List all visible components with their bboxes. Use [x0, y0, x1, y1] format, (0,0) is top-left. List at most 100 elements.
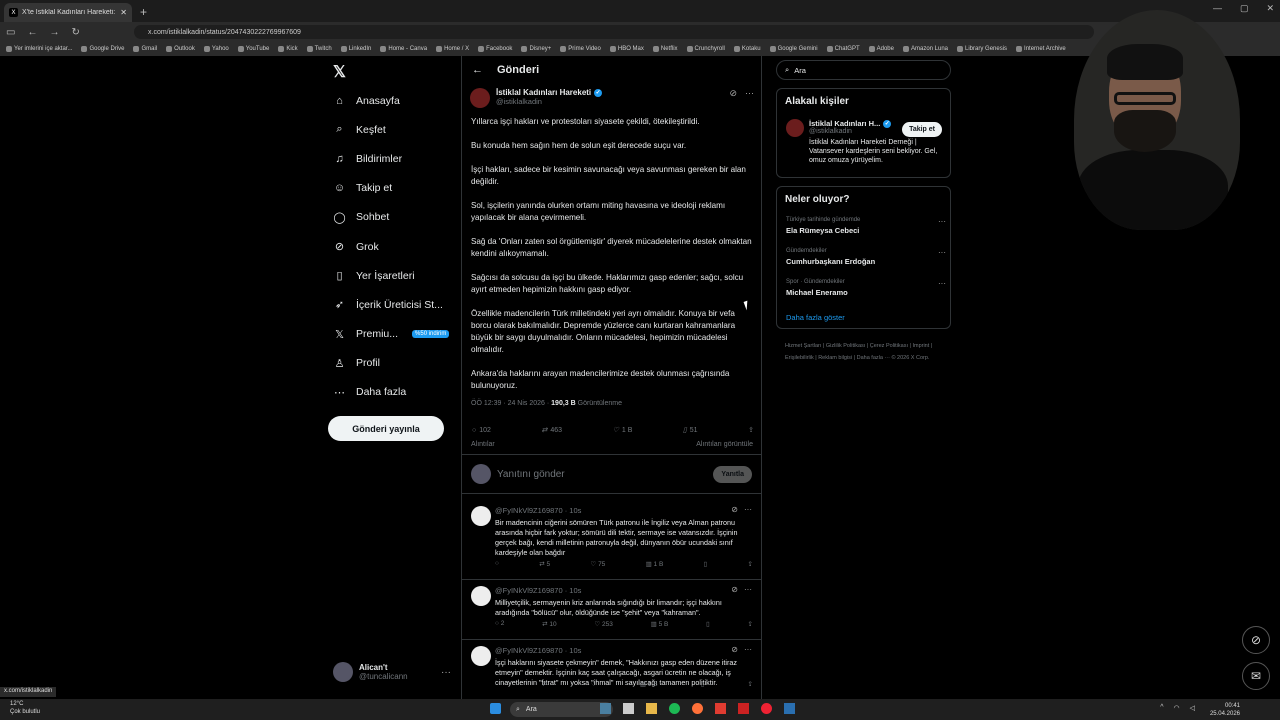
messages-icon[interactable]: ✉: [1242, 662, 1270, 690]
reply-button[interactable]: ○: [495, 680, 499, 688]
grok-icon[interactable]: ⊘: [731, 645, 738, 654]
views-button[interactable]: ▥ 1 B: [646, 560, 664, 568]
sidebar-item-x[interactable]: 𝕏 Premiu... %50 indirim: [333, 320, 450, 349]
weather-widget[interactable]: 12°C Çok bulutlu: [10, 700, 40, 716]
sidebar-item-search[interactable]: ⌕ Keşfet: [333, 115, 449, 144]
bookmark-icon[interactable]: ▯: [701, 680, 705, 688]
sidebar-item-chat[interactable]: ◯ Sohbet: [333, 203, 449, 232]
more-icon[interactable]: ···: [938, 248, 946, 257]
author-handle[interactable]: @istiklalkadin: [496, 97, 602, 106]
reply-button[interactable]: ○ 2: [495, 620, 504, 628]
bookmark-item[interactable]: Outlook: [166, 46, 195, 52]
view-quotes-link[interactable]: Alıntıları görüntüle: [696, 441, 753, 448]
steam-icon[interactable]: [784, 703, 795, 714]
views-button[interactable]: ▥ 1 B: [640, 680, 658, 688]
firefox-icon[interactable]: [692, 703, 703, 714]
forward-icon[interactable]: →: [49, 27, 59, 38]
show-more-link[interactable]: Daha fazla göster: [786, 313, 845, 322]
browser-tab[interactable]: X X'te İstiklal Kadınları Hareketi: "Y ✕: [4, 3, 132, 22]
account-switcher[interactable]: Alican't @tuncalicann ···: [333, 662, 451, 682]
author-name[interactable]: İstiklal Kadınları Hareketi: [496, 88, 591, 97]
share-icon[interactable]: ⇪: [748, 426, 754, 434]
views-button[interactable]: ▥ 5 B: [651, 620, 669, 628]
reply-handle[interactable]: @FyINkVl9Z169870 · 10s: [495, 586, 581, 595]
sidebar-item-profile[interactable]: ♙ Profil: [333, 349, 449, 378]
avatar[interactable]: [471, 646, 491, 666]
like-button[interactable]: ♡: [591, 680, 597, 688]
bookmark-item[interactable]: Home / X: [436, 46, 469, 52]
close-tab-icon[interactable]: ✕: [120, 8, 127, 17]
close-window-icon[interactable]: ✕: [1266, 3, 1274, 14]
grok-icon[interactable]: ⊘: [731, 585, 738, 594]
sidebar-item-person-plus[interactable]: ☺ Takip et: [333, 174, 449, 203]
more-icon[interactable]: ···: [938, 279, 946, 288]
reply-handle[interactable]: @FyINkVl9Z169870 · 10s: [495, 506, 581, 515]
bookmark-item[interactable]: Google Drive: [81, 46, 124, 52]
bookmark-item[interactable]: Twitch: [306, 46, 332, 52]
share-icon[interactable]: ⇪: [747, 620, 752, 628]
spotify-icon[interactable]: [669, 703, 680, 714]
post-time[interactable]: ÖÖ 12:39 · 24 Nis 2026 ·: [471, 400, 551, 407]
clock[interactable]: 00:41 25.04.2026: [1210, 702, 1240, 718]
volume-icon[interactable]: ◁: [1190, 704, 1195, 712]
avatar[interactable]: [471, 586, 491, 606]
bookmark-item[interactable]: LinkedIn: [340, 46, 371, 52]
more-icon[interactable]: ···: [745, 88, 754, 99]
winrar-icon[interactable]: [738, 703, 749, 714]
minimize-icon[interactable]: —: [1213, 3, 1222, 14]
bookmark-item[interactable]: Home - Canva: [380, 46, 427, 52]
wifi-icon[interactable]: ◠: [1174, 704, 1180, 712]
sidebar-item-more[interactable]: ⋯ Daha fazla: [333, 378, 449, 407]
footer-links[interactable]: Hizmet Şartları | Gizlilik Politikası | …: [785, 340, 945, 364]
sidebar-item-bookmark[interactable]: ▯ Yer İşaretleri: [333, 261, 449, 290]
more-icon[interactable]: ···: [441, 667, 451, 678]
repost-button[interactable]: ⇄ 10: [542, 620, 557, 628]
bookmark-icon[interactable]: ▯: [704, 560, 708, 568]
start-icon[interactable]: [490, 703, 501, 714]
taskbar-search[interactable]: ⌕ Ara: [510, 702, 613, 717]
bookmark-item[interactable]: Google Gemini: [769, 46, 818, 52]
bookmark-item[interactable]: HBO Max: [609, 46, 644, 52]
app-icon[interactable]: [600, 703, 611, 714]
reply-button[interactable]: ○ 102: [472, 426, 491, 434]
repost-button[interactable]: ⇄ 5: [539, 560, 550, 568]
share-icon[interactable]: ⇪: [747, 560, 752, 568]
reply-handle[interactable]: @FyINkVl9Z169870 · 10s: [495, 646, 581, 655]
bookmark-item[interactable]: Yahoo: [203, 46, 229, 52]
bookmark-item[interactable]: Facebook: [478, 46, 512, 52]
sidebar-item-grok[interactable]: ⊘ Grok: [333, 232, 449, 261]
bookmark-item[interactable]: Prime Video: [560, 46, 601, 52]
new-tab-button[interactable]: +: [140, 5, 147, 19]
more-icon[interactable]: ···: [744, 505, 752, 514]
repost-button[interactable]: ⇄: [542, 680, 547, 688]
x-logo-icon[interactable]: 𝕏: [333, 62, 346, 82]
brave-icon[interactable]: [715, 703, 726, 714]
share-icon[interactable]: ⇪: [748, 680, 753, 688]
bookmark-item[interactable]: Kotaku: [733, 46, 761, 52]
reply-tweet[interactable]: @FyINkVl9Z169870 · 10s ⊘ ··· Bir madencinin…: [462, 500, 761, 580]
folder-icon[interactable]: [646, 703, 657, 714]
bookmark-item[interactable]: Amazon Luna: [902, 46, 948, 52]
sidebar-item-home[interactable]: ⌂ Anasayfa: [333, 86, 449, 115]
bookmark-icon[interactable]: ▯: [706, 620, 710, 628]
bookmark-item[interactable]: Netflix: [652, 46, 678, 52]
bookmark-item[interactable]: Kick: [278, 46, 298, 52]
reply-tweet[interactable]: @FyINkVl9Z169870 · 10s ⊘ ··· Milliyetçilik,…: [462, 580, 761, 640]
bookmark-item[interactable]: Yer imlerini içe aktar...: [6, 46, 72, 52]
more-icon[interactable]: ···: [938, 217, 946, 226]
back-arrow-icon[interactable]: ←: [472, 64, 483, 76]
bookmark-item[interactable]: Disney+: [521, 46, 551, 52]
bookmark-item[interactable]: Internet Archive: [1016, 46, 1066, 52]
like-button[interactable]: ♡ 1 B: [613, 426, 633, 435]
grok-icon[interactable]: ⊘: [729, 88, 737, 99]
reply-button[interactable]: ○: [495, 560, 499, 568]
bookmark-item[interactable]: YouTube: [237, 46, 269, 52]
task-view-icon[interactable]: [623, 703, 634, 714]
reply-submit-button[interactable]: Yanıtla: [713, 465, 752, 483]
more-icon[interactable]: ···: [744, 645, 752, 654]
bookmark-item[interactable]: Adobe: [868, 46, 894, 52]
like-button[interactable]: ♡ 253: [594, 620, 613, 628]
maximize-icon[interactable]: ▢: [1240, 3, 1249, 14]
avatar[interactable]: [471, 506, 491, 526]
trend-item[interactable]: Gündemdekiler Cumhurbaşkanı Erdoğan ···: [786, 248, 946, 266]
